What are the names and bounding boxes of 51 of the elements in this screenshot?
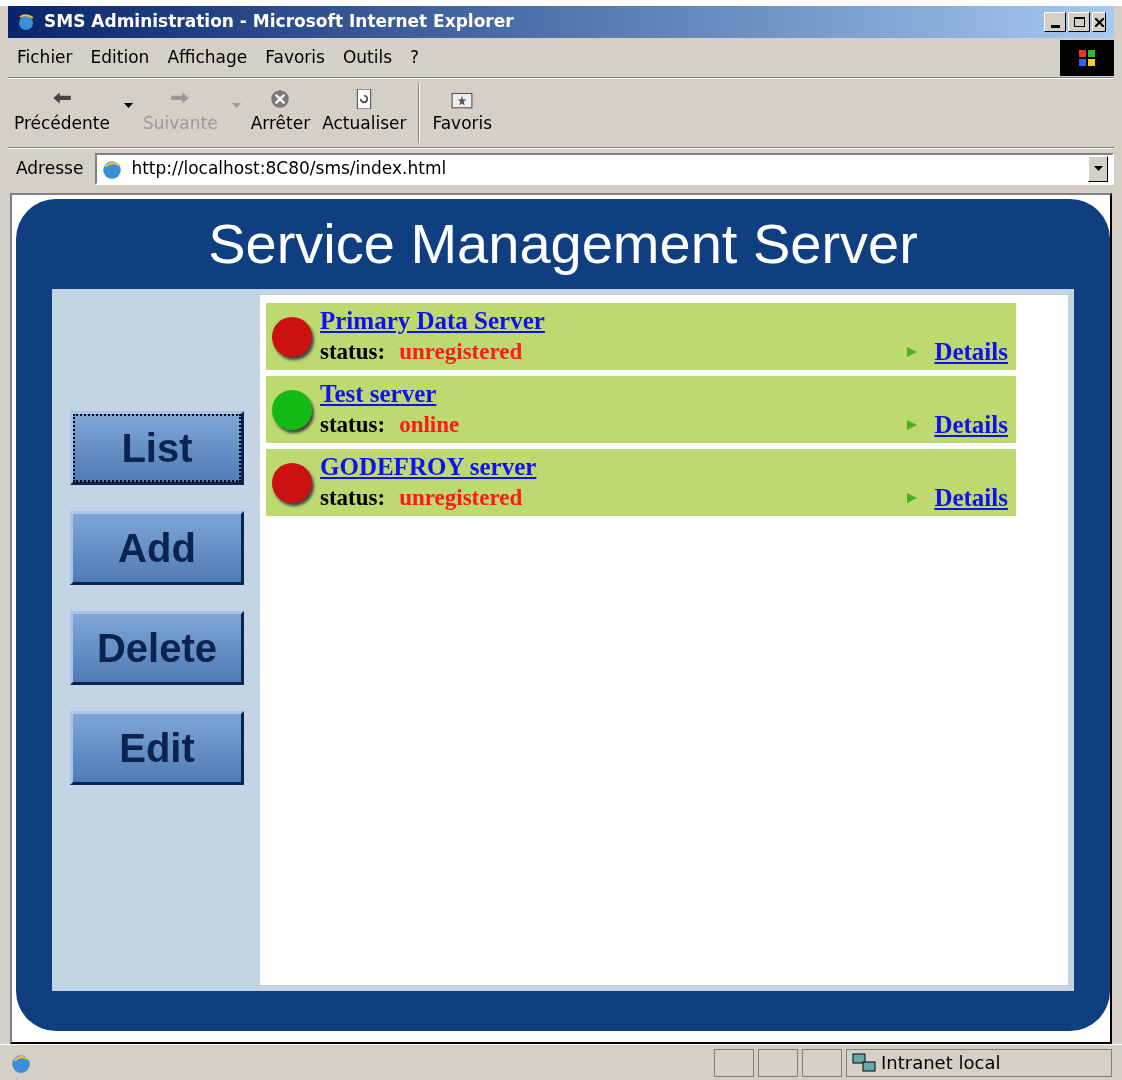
stop-icon <box>269 89 292 110</box>
menu-item[interactable]: ? <box>401 44 429 71</box>
page-heading: Service Management Server <box>207 211 919 277</box>
nav-button[interactable]: Add <box>70 511 244 585</box>
status-pane <box>714 1048 754 1077</box>
menu-item[interactable]: Fichier <box>8 44 82 71</box>
maximize-icon <box>1073 17 1085 27</box>
windows-logo-icon <box>1060 39 1114 76</box>
close-button[interactable] <box>1092 12 1106 32</box>
triangle-icon <box>906 418 919 431</box>
window-title: SMS Administration - Microsoft Internet Explorer <box>44 10 514 34</box>
server-link[interactable]: GODEFROY server <box>320 451 537 482</box>
toolbar-button[interactable]: Favoris <box>426 79 499 147</box>
caret-icon <box>124 102 133 108</box>
caret-icon <box>1093 166 1103 171</box>
server-link[interactable]: Test server <box>320 378 437 409</box>
triangle-icon <box>906 491 919 504</box>
zone-label: Intranet local <box>881 1051 1001 1075</box>
status-pane <box>758 1048 798 1077</box>
toolbar-button[interactable]: Précédente <box>8 79 137 147</box>
status-value: unregistered <box>399 337 523 366</box>
menu-item[interactable]: Outils <box>333 44 402 71</box>
address-field[interactable]: http://localhost:8C80/sms/index.html <box>95 152 1114 185</box>
close-icon <box>1094 17 1104 27</box>
status-label: status: <box>320 337 386 366</box>
status-label: status: <box>320 483 386 512</box>
minimize-icon <box>1050 25 1060 28</box>
status-pane <box>802 1048 842 1077</box>
details-link[interactable]: Details <box>922 335 1008 368</box>
address-label: Adresse <box>15 156 85 180</box>
nav-button[interactable]: Delete <box>70 611 244 685</box>
toolbar-button[interactable]: Arrêter <box>244 79 317 147</box>
browser-icon <box>16 12 36 32</box>
status-value: unregistered <box>399 483 523 512</box>
details-link[interactable]: Details <box>922 408 1008 441</box>
dropdown-button[interactable] <box>1088 155 1108 182</box>
triangle-icon <box>906 345 919 358</box>
minimize-button[interactable] <box>1044 12 1066 32</box>
menu-item[interactable]: Favoris <box>256 44 334 71</box>
server-link[interactable]: Primary Data Server <box>320 305 545 336</box>
menu-item[interactable]: Affichage <box>158 44 257 71</box>
nav-button[interactable]: Edit <box>70 711 244 785</box>
status-label: status: <box>320 410 386 439</box>
nav-button[interactable]: List <box>70 411 244 485</box>
details-link[interactable]: Details <box>922 481 1008 514</box>
network-icon <box>851 1051 877 1074</box>
status-value: online <box>399 410 460 439</box>
menu-item[interactable]: Edition <box>81 44 159 71</box>
toolbar-button[interactable]: Actualiser <box>316 79 413 147</box>
caret-icon <box>231 102 241 108</box>
maximize-button[interactable] <box>1068 12 1090 32</box>
